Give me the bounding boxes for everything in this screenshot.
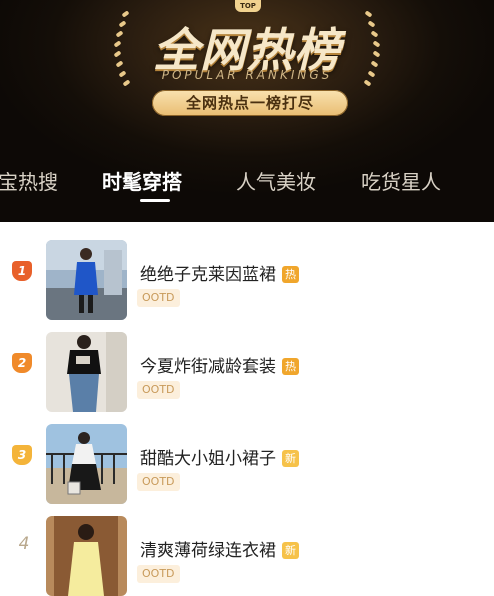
list-item[interactable]: 3 甜酷大小姐小裙子新 OOTD [0, 406, 494, 504]
hot-list-banner: TOP 全网热榜 POPULAR RANKINGS 全网热点一榜打尽 宝热搜 时… [0, 0, 494, 222]
outfit-thumbnail [46, 424, 127, 504]
active-tab-indicator [140, 199, 170, 202]
tab-fashion[interactable]: 时髦穿搭 [102, 166, 182, 195]
item-tag: OOTD [137, 565, 180, 583]
list-item[interactable]: 1 绝绝子克莱因蓝裙热 OOTD [0, 222, 494, 320]
tab-beauty[interactable]: 人气美妆 [236, 166, 316, 195]
rank-badge: 2 [12, 353, 32, 373]
top-crown-badge: TOP [235, 0, 261, 12]
item-title-row: 甜酷大小姐小裙子新 [140, 444, 299, 469]
hot-flag-icon: 热 [282, 266, 299, 283]
ranking-list: 1 绝绝子克莱因蓝裙热 OOTD 2 今夏炸街减龄套装 热 OOTD 3 甜酷大… [0, 222, 494, 596]
rank-badge: 1 [12, 261, 32, 281]
category-tabs: 宝热搜 时髦穿搭 人气美妆 吃货星人 [0, 166, 494, 206]
item-title: 甜酷大小姐小裙子 [140, 449, 276, 469]
outfit-thumbnail [46, 332, 127, 412]
hot-flag-icon: 热 [282, 358, 299, 375]
item-tag: OOTD [137, 473, 180, 491]
list-item[interactable]: 2 今夏炸街减龄套装热 OOTD [0, 314, 494, 412]
outfit-thumbnail [46, 516, 127, 596]
new-flag-icon: 新 [282, 542, 299, 559]
list-item[interactable]: 4 清爽薄荷绿连衣裙新 OOTD [0, 498, 494, 596]
item-tag: OOTD [137, 381, 180, 399]
slogan-pill: 全网热点一榜打尽 [152, 90, 348, 116]
rank-badge: 3 [12, 445, 32, 465]
outfit-thumbnail [46, 240, 127, 320]
page-subtitle: POPULAR RANKINGS [161, 68, 333, 82]
rank-number: 4 [18, 534, 30, 554]
item-title-row: 清爽薄荷绿连衣裙新 [140, 536, 299, 561]
tab-hot-search[interactable]: 宝热搜 [0, 166, 58, 195]
item-title-row: 今夏炸街减龄套装热 [140, 352, 299, 377]
new-flag-icon: 新 [282, 450, 299, 467]
tab-foodie[interactable]: 吃货星人 [361, 166, 441, 195]
item-title: 绝绝子克莱因蓝裙 [140, 265, 276, 285]
item-title: 今夏炸街减龄套装 [140, 357, 276, 377]
item-title-row: 绝绝子克莱因蓝裙热 [140, 260, 299, 285]
item-tag: OOTD [137, 289, 180, 307]
item-title: 清爽薄荷绿连衣裙 [140, 541, 276, 561]
